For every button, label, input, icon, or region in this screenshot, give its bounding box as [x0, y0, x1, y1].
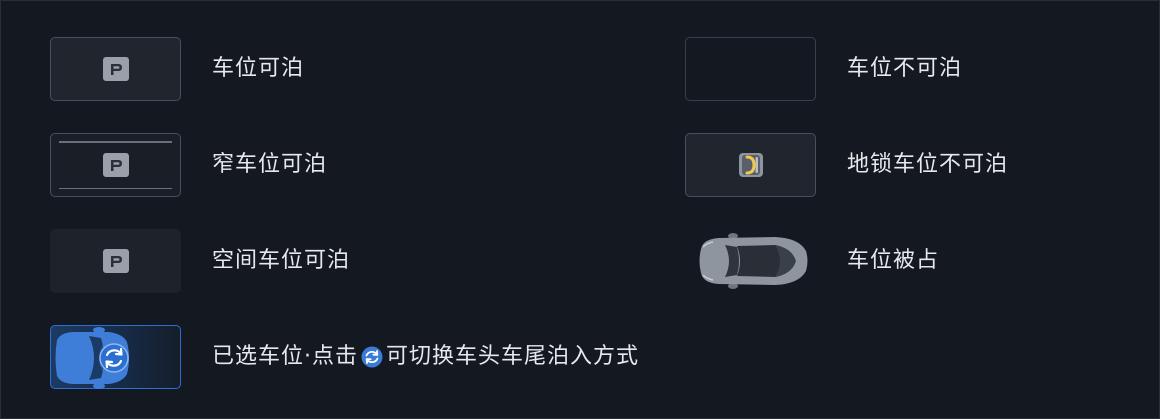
ground-lock-icon [738, 153, 763, 177]
selected-car-icon [55, 327, 129, 389]
occupied-slot-tile [685, 229, 816, 293]
narrow-lane-line-bottom [59, 187, 172, 189]
legend-item-occupied: 车位被占 [685, 229, 939, 293]
parking-p-icon [102, 249, 129, 273]
space-label: 空间车位可泊 [212, 248, 351, 273]
space-slot-tile [50, 229, 181, 293]
legend-item-unavailable: 车位不可泊 [685, 37, 962, 101]
switch-direction-icon [361, 346, 383, 368]
car-top-view-icon [699, 233, 808, 289]
available-slot-tile [50, 37, 181, 101]
occupied-label: 车位被占 [847, 248, 940, 273]
selected-label: 已选车位·点击 可切换车头车尾泊入方式 [212, 346, 639, 368]
legend-item-narrow: 窄车位可泊 [50, 133, 327, 197]
parking-p-icon [102, 57, 129, 81]
selected-label-after: 可切换车头车尾泊入方式 [386, 344, 640, 369]
legend-item-selected: 已选车位·点击 可切换车头车尾泊入方式 [50, 325, 639, 389]
legend-item-ground-lock: 地锁车位不可泊 [685, 133, 1008, 197]
unavailable-slot-tile [685, 37, 816, 101]
ground-lock-slot-tile [685, 133, 816, 197]
selected-slot-tile[interactable] [50, 325, 181, 389]
ground-lock-label: 地锁车位不可泊 [847, 152, 1009, 177]
narrow-slot-tile [50, 133, 181, 197]
available-label: 车位可泊 [212, 56, 305, 81]
narrow-lane-line-top [59, 141, 172, 143]
narrow-label: 窄车位可泊 [212, 152, 328, 177]
parking-p-icon [102, 153, 129, 177]
unavailable-label: 车位不可泊 [847, 56, 963, 81]
legend-item-available: 车位可泊 [50, 37, 304, 101]
legend-item-space: 空间车位可泊 [50, 229, 350, 293]
selected-label-before: 已选车位·点击 [212, 344, 358, 369]
